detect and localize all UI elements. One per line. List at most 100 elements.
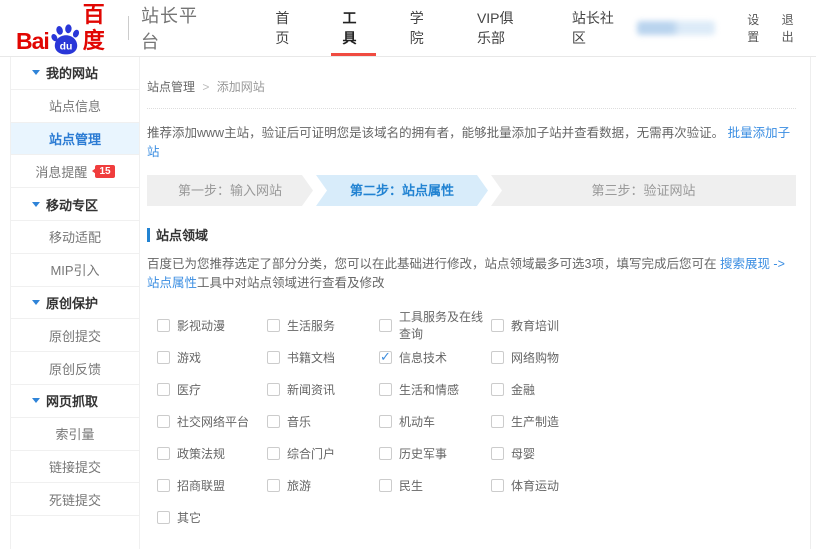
search-display-link[interactable]: 搜索展现	[720, 257, 770, 271]
category-checkbox-item[interactable]: 机动车	[379, 405, 491, 437]
breadcrumb-parent-link[interactable]: 站点管理	[147, 80, 195, 94]
category-checkbox-item[interactable]: 工具服务及在线查询	[379, 309, 491, 341]
baidu-logo[interactable]: Bai du 百度	[16, 2, 114, 54]
category-checkbox-item[interactable]: 招商联盟	[157, 469, 267, 501]
checkbox-icon[interactable]	[157, 319, 170, 332]
category-label: 书籍文档	[287, 349, 335, 366]
category-checkbox-item[interactable]: 体育运动	[491, 469, 796, 501]
checkbox-icon[interactable]	[267, 319, 280, 332]
category-checkbox-item[interactable]: 游戏	[157, 341, 267, 373]
sidebar-item-label: 原创反馈	[49, 359, 101, 378]
checkbox-icon[interactable]	[157, 415, 170, 428]
category-checkbox-item[interactable]: 社交网络平台	[157, 405, 267, 437]
checkbox-icon[interactable]	[157, 383, 170, 396]
checkbox-icon[interactable]	[157, 511, 170, 524]
sidebar-item-original-submit[interactable]: 原创提交	[11, 319, 139, 352]
category-checkbox-item[interactable]: 民生	[379, 469, 491, 501]
nav-item-home[interactable]: 首页	[261, 0, 310, 56]
baidu-webmaster-page: Bai du 百度 站长平台 首页 工具 学院 VIP俱乐部 站长社区	[0, 0, 816, 549]
checkbox-checked-icon[interactable]	[379, 351, 392, 364]
username-redacted[interactable]	[637, 21, 715, 35]
category-checkbox-item[interactable]: 教育培训	[491, 309, 796, 341]
main-content: 站点管理 > 添加网站 推荐添加www主站，验证后可证明您是该域名的拥有者，能够…	[140, 57, 811, 549]
desc-part2: 工具中对站点领域进行查看及修改	[197, 276, 385, 290]
caret-down-icon	[32, 70, 40, 79]
nav-item-academy[interactable]: 学院	[396, 0, 445, 56]
checkbox-icon[interactable]	[379, 383, 392, 396]
category-checkbox-item[interactable]: 其它	[157, 501, 267, 533]
checkbox-icon[interactable]	[267, 351, 280, 364]
sidebar-item-label: 移动适配	[49, 227, 101, 246]
category-checkbox-item[interactable]: 历史军事	[379, 437, 491, 469]
category-checkbox-item[interactable]: 网络购物	[491, 341, 796, 373]
category-checkbox-item[interactable]: 生产制造	[491, 405, 796, 437]
checkbox-icon[interactable]	[157, 479, 170, 492]
checkbox-icon[interactable]	[267, 383, 280, 396]
header-right: 设置 退出	[637, 11, 802, 45]
checkbox-icon[interactable]	[491, 351, 504, 364]
sidebar-section-page-crawl[interactable]: 网页抓取	[11, 385, 139, 418]
sidebar-section-original-protection[interactable]: 原创保护	[11, 287, 139, 320]
sidebar: 我的网站 站点信息 站点管理 消息提醒 15 移动专区 移动适配 MIP引入	[10, 57, 140, 549]
checkbox-icon[interactable]	[379, 447, 392, 460]
sidebar-section-mobile-zone[interactable]: 移动专区	[11, 188, 139, 221]
checkbox-icon[interactable]	[157, 447, 170, 460]
caret-down-icon	[32, 202, 40, 211]
sidebar-item-label: MIP引入	[50, 260, 99, 279]
checkbox-icon[interactable]	[379, 479, 392, 492]
nav-item-vip-club[interactable]: VIP俱乐部	[463, 0, 540, 56]
category-label: 民生	[399, 477, 423, 494]
checkbox-icon[interactable]	[267, 447, 280, 460]
category-checkbox-item[interactable]: 综合门户	[267, 437, 379, 469]
category-label: 历史军事	[399, 445, 447, 462]
sidebar-item-label: 站点管理	[49, 129, 101, 148]
checkbox-icon[interactable]	[491, 319, 504, 332]
sidebar-item-dead-link-submit[interactable]: 死链提交	[11, 483, 139, 516]
category-label: 生活和情感	[399, 381, 459, 398]
category-checkbox-item[interactable]: 生活服务	[267, 309, 379, 341]
category-checkbox-item[interactable]: 金融	[491, 373, 796, 405]
sidebar-item-message-alerts[interactable]: 消息提醒 15	[11, 155, 139, 188]
category-checkbox-item[interactable]: 母婴	[491, 437, 796, 469]
sidebar-item-site-management[interactable]: 站点管理	[11, 123, 139, 156]
title-accent-bar	[147, 228, 150, 242]
sidebar-item-mobile-adaptation[interactable]: 移动适配	[11, 221, 139, 254]
checkbox-icon[interactable]	[267, 479, 280, 492]
checkbox-icon[interactable]	[379, 319, 392, 332]
checkbox-icon[interactable]	[491, 383, 504, 396]
intro-sentence: 推荐添加www主站，验证后可证明您是该域名的拥有者，能够批量添加子站并查看数据，…	[147, 126, 724, 140]
sidebar-section-label: 原创保护	[46, 293, 98, 312]
sidebar-section-my-sites[interactable]: 我的网站	[11, 57, 139, 90]
sidebar-item-label: 原创提交	[49, 326, 101, 345]
category-checkbox-item[interactable]: 医疗	[157, 373, 267, 405]
category-checkbox-item[interactable]: 新闻资讯	[267, 373, 379, 405]
checkbox-icon[interactable]	[491, 415, 504, 428]
category-checkbox-item[interactable]: 音乐	[267, 405, 379, 437]
sidebar-item-link-submit[interactable]: 链接提交	[11, 451, 139, 484]
category-checkbox-item[interactable]: 旅游	[267, 469, 379, 501]
sidebar-item-mip-import[interactable]: MIP引入	[11, 254, 139, 287]
logout-link[interactable]: 退出	[782, 11, 802, 45]
checkbox-icon[interactable]	[491, 447, 504, 460]
sidebar-item-index-volume[interactable]: 索引量	[11, 418, 139, 451]
checkbox-icon[interactable]	[491, 479, 504, 492]
nav-item-community[interactable]: 站长社区	[558, 0, 628, 56]
category-checkbox-item[interactable]: 书籍文档	[267, 341, 379, 373]
settings-link[interactable]: 设置	[747, 11, 767, 45]
category-checkbox-item[interactable]: 生活和情感	[379, 373, 491, 405]
checkbox-icon[interactable]	[267, 415, 280, 428]
sidebar-item-site-info[interactable]: 站点信息	[11, 90, 139, 123]
checkbox-icon[interactable]	[157, 351, 170, 364]
category-checkbox-item[interactable]: 政策法规	[157, 437, 267, 469]
caret-down-icon	[32, 398, 40, 407]
site-properties-link[interactable]: 站点属性	[147, 276, 197, 290]
category-label: 新闻资讯	[287, 381, 335, 398]
nav-item-tools[interactable]: 工具	[329, 0, 378, 56]
category-checkbox-item[interactable]: 影视动漫	[157, 309, 267, 341]
checkbox-icon[interactable]	[379, 415, 392, 428]
category-checkbox-item-checked[interactable]: 信息技术	[379, 341, 491, 373]
sidebar-item-original-feedback[interactable]: 原创反馈	[11, 352, 139, 385]
category-label: 金融	[511, 381, 535, 398]
section-title-site-domain: 站点领域	[147, 225, 796, 244]
caret-down-icon	[32, 300, 40, 309]
